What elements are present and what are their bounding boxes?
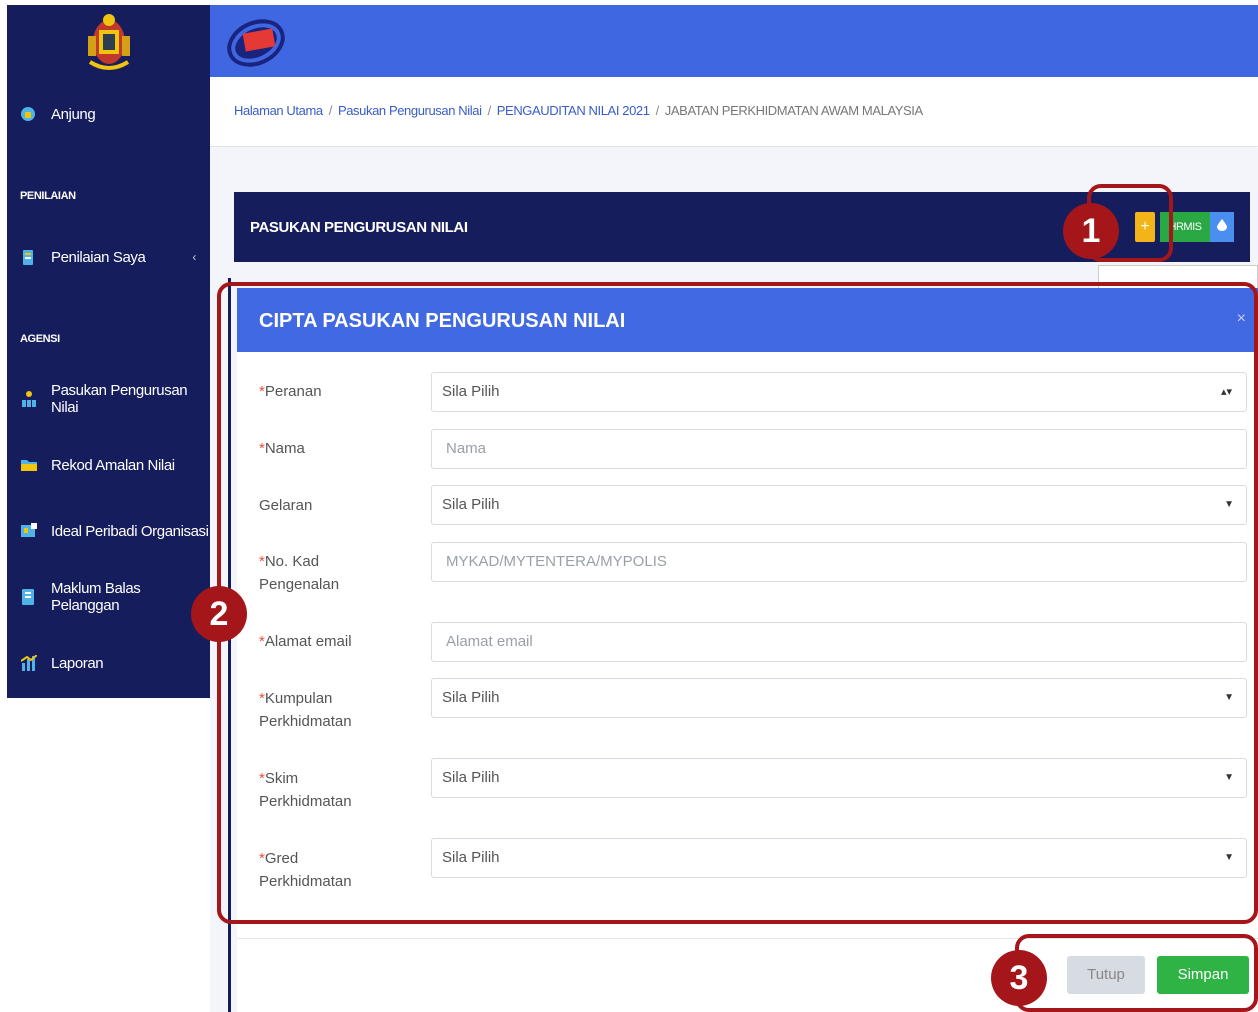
label-text: Perkhidmatan <box>259 793 352 810</box>
sidebar-item-label: Laporan <box>51 654 104 672</box>
chevron-down-icon: ▼ <box>1224 499 1234 510</box>
peranan-label: *Peranan <box>259 380 419 403</box>
gred-label: *Gred Perkhidmatan <box>259 847 419 893</box>
breadcrumb-separator: / <box>328 103 333 118</box>
profile-card-icon <box>21 523 37 539</box>
annotation-badge-3: 3 <box>991 950 1047 1006</box>
chevron-down-icon: ▼ <box>1224 692 1234 703</box>
breadcrumb-link-halaman-utama[interactable]: Halaman Utama <box>234 103 323 118</box>
select-value: Sila Pilih <box>442 689 500 706</box>
label-text: Nama <box>264 440 305 457</box>
gred-select[interactable]: Sila Pilih ▼ <box>431 838 1247 878</box>
chevron-down-icon: ▼ <box>1224 852 1234 863</box>
nama-label: *Nama <box>259 437 419 460</box>
team-icon <box>21 391 36 407</box>
select-value: Sila Pilih <box>442 849 500 866</box>
modal-header: CIPTA PASUKAN PENGURUSAN NILAI × <box>237 288 1258 352</box>
dropdown-menu-peek <box>1098 265 1258 289</box>
home-icon <box>21 106 35 122</box>
select-value: Sila Pilih <box>442 383 500 400</box>
card-title: PASUKAN PENGURUSAN NILAI <box>250 219 468 236</box>
modal-footer-divider <box>237 938 1258 939</box>
nama-input[interactable]: Nama <box>431 429 1247 469</box>
kumpulan-select[interactable]: Sila Pilih ▼ <box>431 678 1247 718</box>
create-team-modal: CIPTA PASUKAN PENGURUSAN NILAI × *Perana… <box>237 288 1258 1012</box>
top-navbar <box>210 5 1258 77</box>
kumpulan-label: *Kumpulan Perkhidmatan <box>259 687 419 733</box>
sidebar-item-label: Anjung <box>51 105 96 123</box>
sidebar-item-laporan[interactable]: Laporan <box>7 643 210 683</box>
chevron-left-icon: ‹ <box>192 250 196 264</box>
peranan-select[interactable]: Sila Pilih ▴▾ <box>431 372 1247 412</box>
email-input[interactable]: Alamat email <box>431 622 1247 662</box>
sidebar-item-rekod-amalan-nilai[interactable]: Rekod Amalan Nilai <box>7 445 210 485</box>
skim-select[interactable]: Sila Pilih ▼ <box>431 758 1247 798</box>
report-chart-icon <box>20 654 38 671</box>
feedback-book-icon <box>21 589 35 605</box>
label-text: Pengenalan <box>259 576 340 593</box>
breadcrumb: Halaman Utama / Pasukan Pengurusan Nilai / P… <box>234 103 923 118</box>
label-text: Alamat email <box>264 633 352 650</box>
breadcrumb-link-pengauditan[interactable]: PENGAUDITAN NILAI 2021 <box>497 103 650 118</box>
annotation-badge-1: 1 <box>1063 203 1119 259</box>
breadcrumb-separator: / <box>655 103 660 118</box>
breadcrumb-separator: / <box>487 103 492 118</box>
sidebar-item-ideal-peribadi-organisasi[interactable]: Ideal Peribadi Organisasi <box>7 511 210 551</box>
clipboard-icon <box>21 249 35 265</box>
chevron-down-icon: ▼ <box>1224 772 1234 783</box>
label-text: Gred <box>264 850 299 867</box>
no-kad-input[interactable]: MYKAD/MYTENTERA/MYPOLIS <box>431 542 1247 582</box>
annotation-badge-2: 2 <box>191 586 247 642</box>
updown-caret-icon: ▴▾ <box>1220 386 1232 398</box>
sidebar: Anjung PENILAIAN Penilaian Saya ‹ AGENSI… <box>7 5 210 698</box>
email-label: *Alamat email <box>259 630 419 653</box>
label-text: No. Kad <box>264 553 320 570</box>
sidebar-item-maklum-balas-pelanggan[interactable]: Maklum Balas Pelanggan <box>7 577 210 617</box>
sidebar-item-pasukan-pengurusan-nilai[interactable]: Pasukan Pengurusan Nilai <box>7 379 210 419</box>
section-label-agensi: AGENSI <box>20 333 60 345</box>
sidebar-item-label: Maklum Balas Pelanggan <box>51 580 141 614</box>
breadcrumb-current: JABATAN PERKHIDMATAN AWAM MALAYSIA <box>664 103 923 118</box>
section-label-penilaian: PENILAIAN <box>20 190 76 202</box>
hrmis-button[interactable]: HRMIS <box>1160 212 1210 242</box>
droplet-icon <box>1217 219 1227 231</box>
brand-logo <box>224 13 294 71</box>
label-text: Peranan <box>264 383 322 400</box>
no-kad-label: *No. Kad Pengenalan <box>259 550 419 596</box>
breadcrumb-bar: Halaman Utama / Pasukan Pengurusan Nilai / P… <box>210 77 1258 147</box>
sidebar-item-label: Rekod Amalan Nilai <box>51 456 175 474</box>
coat-of-arms-logo <box>7 5 210 81</box>
tutup-button[interactable]: Tutup <box>1067 956 1145 994</box>
add-button[interactable]: + <box>1135 212 1155 242</box>
sidebar-item-label: Ideal Peribadi Organisasi <box>51 522 209 540</box>
folder-icon <box>21 457 37 473</box>
sidebar-item-label: Penilaian Saya <box>51 248 146 266</box>
gelaran-label: Gelaran <box>259 497 313 514</box>
label-text: Skim <box>264 770 299 787</box>
skim-label: *Skim Perkhidmatan <box>259 767 419 813</box>
dropdown-button[interactable] <box>1210 212 1234 242</box>
sidebar-item-penilaian-saya[interactable]: Penilaian Saya ‹ <box>7 237 210 277</box>
sidebar-item-label: Pasukan Pengurusan Nilai <box>51 382 188 416</box>
label-text: Perkhidmatan <box>259 713 352 730</box>
simpan-button[interactable]: Simpan <box>1157 956 1249 994</box>
sidebar-item-anjung[interactable]: Anjung <box>7 94 210 134</box>
gelaran-select[interactable]: Sila Pilih ▼ <box>431 485 1247 525</box>
label-text: Perkhidmatan <box>259 873 352 890</box>
modal-title: CIPTA PASUKAN PENGURUSAN NILAI <box>259 310 626 332</box>
select-value: Sila Pilih <box>442 496 500 513</box>
close-icon[interactable]: × <box>1237 310 1246 328</box>
label-text: Kumpulan <box>264 690 333 707</box>
breadcrumb-link-pasukan[interactable]: Pasukan Pengurusan Nilai <box>338 103 482 118</box>
select-value: Sila Pilih <box>442 769 500 786</box>
